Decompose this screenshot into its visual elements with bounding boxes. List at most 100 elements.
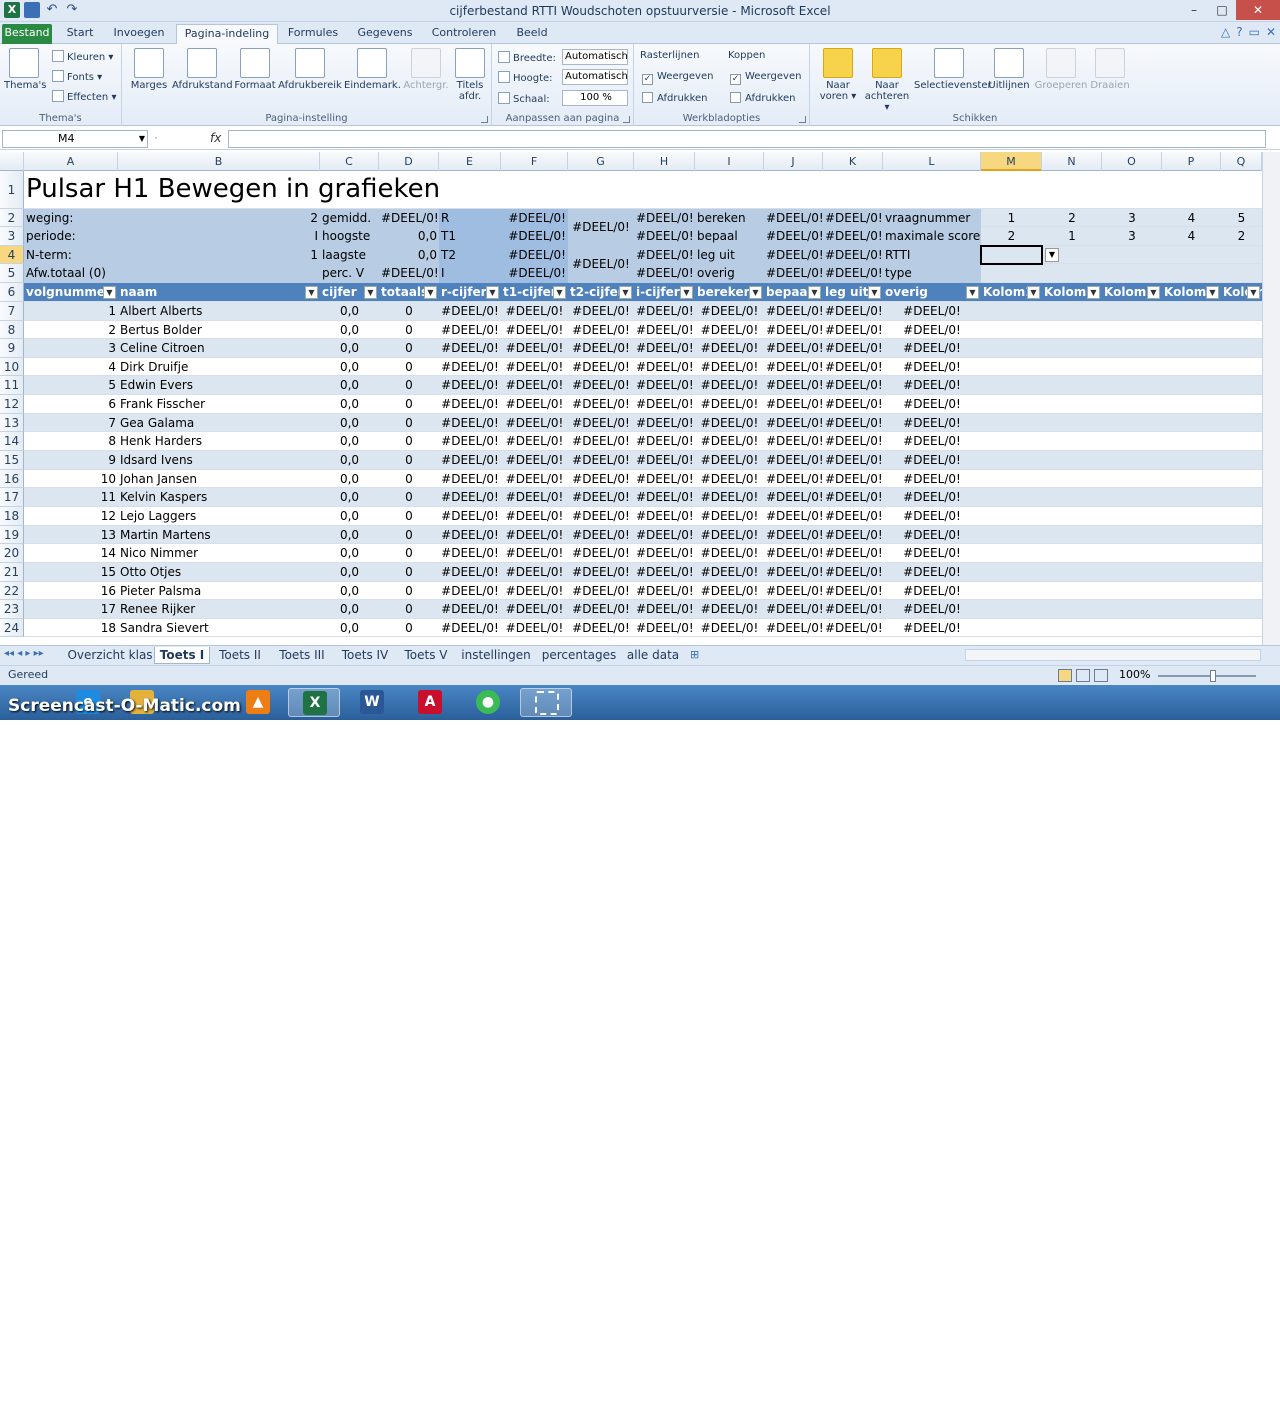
cell-error[interactable]: #DEEL/0! xyxy=(764,507,823,525)
info-cell-j[interactable]: #DEEL/0! xyxy=(764,264,823,283)
tab-invoegen[interactable]: Invoegen xyxy=(106,24,172,44)
effecten-button[interactable]: Effecten ▾ xyxy=(52,90,116,103)
titels-afdrukken-button[interactable]: Titels afdr. xyxy=(450,48,490,102)
cell-error[interactable]: #DEEL/0! xyxy=(883,376,981,394)
cell-error[interactable]: #DEEL/0! xyxy=(764,451,823,469)
cell-totaal[interactable]: 0 xyxy=(379,302,439,320)
info-cell-q[interactable] xyxy=(1221,246,1262,264)
cell-error[interactable]: #DEEL/0! xyxy=(883,488,981,506)
cell-volgnummer[interactable]: 18 xyxy=(24,619,118,637)
cell-error[interactable]: #DEEL/0! xyxy=(501,432,568,450)
cell-error[interactable]: #DEEL/0! xyxy=(501,470,568,488)
cell-error[interactable]: #DEEL/0! xyxy=(764,600,823,618)
rasterlijnen-weergeven-checkbox[interactable]: ✓ Weergeven xyxy=(642,71,713,85)
cell-error[interactable]: #DEEL/0! xyxy=(568,339,634,357)
cell-error[interactable]: #DEEL/0! xyxy=(568,600,634,618)
tab-formules[interactable]: Formules xyxy=(282,24,344,44)
row-header-13[interactable]: 13 xyxy=(0,414,24,432)
cell-volgnummer[interactable]: 14 xyxy=(24,544,118,562)
cell-error[interactable]: #DEEL/0! xyxy=(439,339,501,357)
cell-totaal[interactable]: 0 xyxy=(379,321,439,339)
sheet-title[interactable]: Pulsar H1 Bewegen in grafieken xyxy=(24,171,440,207)
info-cell-l[interactable]: type xyxy=(883,264,981,283)
cell-error[interactable]: #DEEL/0! xyxy=(764,526,823,544)
cell-error[interactable]: #DEEL/0! xyxy=(883,600,981,618)
cell-error[interactable]: #DEEL/0! xyxy=(764,414,823,432)
filter-dropdown-icon[interactable]: ▼ xyxy=(868,286,881,299)
cell-error[interactable]: #DEEL/0! xyxy=(883,414,981,432)
page-layout-icon[interactable] xyxy=(1076,669,1090,682)
cell-error[interactable]: #DEEL/0! xyxy=(439,321,501,339)
cell-naam[interactable]: Albert Alberts xyxy=(118,302,320,320)
info-cell-d[interactable]: 0,0 xyxy=(379,227,439,246)
info-cell-a[interactable]: N-term: xyxy=(24,246,118,264)
clock[interactable]: 15:13 17-12-2013 xyxy=(1198,1373,1262,1401)
cell-cijfer[interactable]: 0,0 xyxy=(320,339,379,357)
filter-dropdown-icon[interactable]: ▼ xyxy=(619,286,632,299)
cell-cijfer[interactable]: 0,0 xyxy=(320,600,379,618)
cell-error[interactable]: #DEEL/0! xyxy=(501,358,568,376)
info-cell-q[interactable] xyxy=(1221,264,1262,283)
cell-error[interactable]: #DEEL/0! xyxy=(883,507,981,525)
row-header-2[interactable]: 2 xyxy=(0,209,24,227)
naar-voren-button[interactable]: Naar voren ▾ xyxy=(814,48,862,102)
row-header-7[interactable]: 7 xyxy=(0,302,24,321)
info-cell-m[interactable]: 1 xyxy=(981,209,1042,227)
cell-volgnummer[interactable]: 7 xyxy=(24,414,118,432)
info-cell-p[interactable] xyxy=(1162,246,1221,264)
row-header-9[interactable]: 9 xyxy=(0,339,24,358)
row-header-20[interactable]: 20 xyxy=(0,544,24,563)
cell-error[interactable]: #DEEL/0! xyxy=(764,563,823,581)
info-cell-j[interactable]: #DEEL/0! xyxy=(764,209,823,227)
info-cell-i[interactable]: bepaal xyxy=(695,227,764,246)
cell-error[interactable]: #DEEL/0! xyxy=(568,302,634,320)
formaat-button[interactable]: Formaat xyxy=(232,48,278,91)
cell-error[interactable]: #DEEL/0! xyxy=(695,544,764,562)
flag-icon[interactable]: ⚑ xyxy=(1148,1377,1159,1391)
row-header-11[interactable]: 11 xyxy=(0,376,24,395)
column-header-k[interactable]: K xyxy=(823,152,883,171)
cell-cijfer[interactable]: 0,0 xyxy=(320,526,379,544)
cell-error[interactable]: #DEEL/0! xyxy=(501,619,568,637)
cell-volgnummer[interactable]: 12 xyxy=(24,507,118,525)
cell-error[interactable]: #DEEL/0! xyxy=(695,507,764,525)
info-cell-k[interactable]: #DEEL/0! xyxy=(823,264,883,283)
info-cell-n[interactable] xyxy=(1042,264,1102,283)
info-cell-o[interactable]: 3 xyxy=(1102,209,1162,227)
cell-error[interactable]: #DEEL/0! xyxy=(695,358,764,376)
cell-error[interactable]: #DEEL/0! xyxy=(439,302,501,320)
cell-naam[interactable]: Martin Martens xyxy=(118,526,320,544)
sheet-tab-5[interactable]: Toets V xyxy=(398,647,454,664)
cell-error[interactable]: #DEEL/0! xyxy=(823,358,883,376)
row-header-17[interactable]: 17 xyxy=(0,488,24,507)
marges-button[interactable]: Marges xyxy=(126,48,172,91)
cell-cijfer[interactable]: 0,0 xyxy=(320,414,379,432)
cell-error[interactable]: #DEEL/0! xyxy=(568,358,634,376)
cell-naam[interactable]: Celine Citroen xyxy=(118,339,320,357)
insert-function-icon[interactable]: fx xyxy=(210,131,221,145)
sheet-tab-8[interactable]: alle data xyxy=(622,647,684,664)
fonts-button[interactable]: Fonts ▾ xyxy=(52,70,102,83)
cell-error[interactable]: #DEEL/0! xyxy=(695,451,764,469)
ribbon-minimize-icon[interactable]: △ xyxy=(1221,25,1230,39)
cell-cijfer[interactable]: 0,0 xyxy=(320,470,379,488)
cell-error[interactable]: #DEEL/0! xyxy=(634,414,695,432)
row-header-16[interactable]: 16 xyxy=(0,470,24,488)
cell-error[interactable]: #DEEL/0! xyxy=(695,321,764,339)
cell-error[interactable]: #DEEL/0! xyxy=(823,339,883,357)
cell-volgnummer[interactable]: 10 xyxy=(24,470,118,488)
cell-error[interactable]: #DEEL/0! xyxy=(501,321,568,339)
info-cell-f[interactable]: #DEEL/0! xyxy=(501,246,568,264)
koppen-afdrukken-checkbox[interactable]: Afdrukken xyxy=(730,92,796,104)
column-header-n[interactable]: N xyxy=(1042,152,1102,171)
info-cell-h[interactable]: #DEEL/0! xyxy=(634,246,695,264)
cell-error[interactable]: #DEEL/0! xyxy=(439,544,501,562)
kleuren-button[interactable]: Kleuren ▾ xyxy=(52,50,113,63)
cell-error[interactable]: #DEEL/0! xyxy=(568,470,634,488)
breedte-select[interactable]: Automatisch xyxy=(562,49,628,65)
cell-cijfer[interactable]: 0,0 xyxy=(320,395,379,413)
cell-volgnummer[interactable]: 8 xyxy=(24,432,118,450)
info-cell-c[interactable]: perc. V xyxy=(320,264,379,283)
info-cell-c[interactable]: laagste xyxy=(320,246,379,264)
cell-error[interactable]: #DEEL/0! xyxy=(439,563,501,581)
